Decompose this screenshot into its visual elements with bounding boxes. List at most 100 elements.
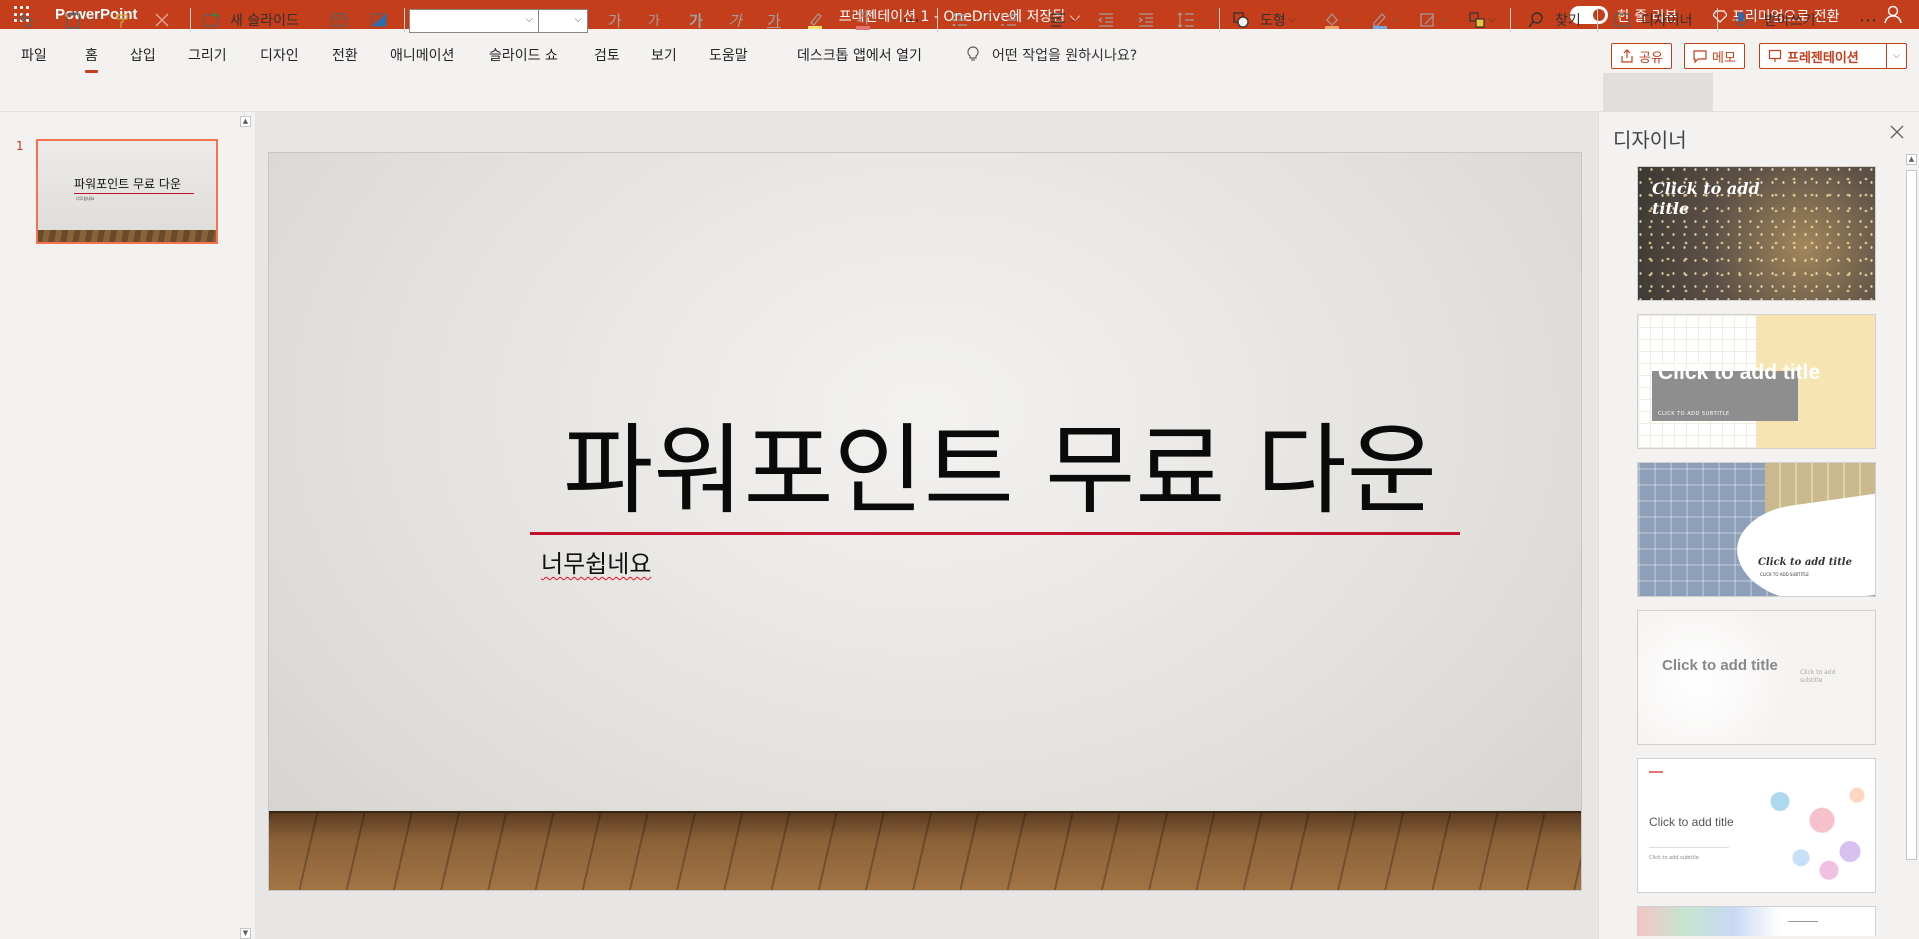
- scroll-up-arrow[interactable]: ▲: [1906, 154, 1917, 165]
- designer-scrollbar[interactable]: ▲: [1904, 154, 1919, 939]
- paste-button[interactable]: ⌵: [64, 8, 92, 32]
- title-accent-line: [530, 532, 1460, 535]
- line-spacing-icon: [1177, 12, 1194, 28]
- bold-button[interactable]: 가: [689, 10, 703, 31]
- design-idea-card[interactable]: Click to add title CLICK TO ADD SUBTITLE: [1637, 462, 1876, 597]
- search-icon: [1528, 12, 1543, 28]
- designer-button-highlight: [1603, 73, 1713, 112]
- design-idea-card[interactable]: Click to add title Click to add subtitle: [1637, 610, 1876, 745]
- comment-icon: [1693, 50, 1707, 63]
- slide[interactable]: 파워포인트 무료 다운 너무쉽네요: [268, 152, 1582, 891]
- italic-button[interactable]: 가: [728, 10, 742, 31]
- designer-label: 디자이너: [1641, 13, 1693, 29]
- comments-button[interactable]: 메모: [1684, 43, 1745, 69]
- shape-fill-button[interactable]: ⌵: [1323, 8, 1351, 32]
- pen-outline-icon: [1373, 13, 1387, 29]
- scrollbar-thumb[interactable]: [1906, 170, 1917, 860]
- indent-icon: [1138, 13, 1153, 27]
- tab-transitions[interactable]: 전환: [332, 45, 358, 65]
- grow-font-button[interactable]: 가: [608, 10, 622, 31]
- designer-title: 디자이너: [1613, 128, 1687, 152]
- shrink-font-button[interactable]: 가: [648, 10, 660, 29]
- tab-insert[interactable]: 삽입: [130, 45, 156, 65]
- tab-slideshow[interactable]: 슬라이드 쇼: [489, 45, 558, 65]
- slide-subtitle[interactable]: 너무쉽네요: [541, 544, 651, 579]
- bullets-button[interactable]: ⌵: [951, 8, 979, 32]
- thumbnail-floor-image: [38, 230, 216, 242]
- undo-button[interactable]: ⌵: [17, 8, 45, 32]
- chevron-down-icon: ⌵: [38, 15, 45, 25]
- thumbnail-scrollbar[interactable]: ▲ ▼: [237, 116, 254, 939]
- present-button[interactable]: 프레젠테이션 ⌵: [1759, 43, 1907, 69]
- new-slide-label: 새 슬라이드: [230, 13, 299, 29]
- font-name-combo[interactable]: ⌵: [409, 9, 539, 33]
- find-button[interactable]: 찾기: [1527, 8, 1581, 32]
- tab-animations[interactable]: 애니메이션: [390, 45, 454, 65]
- tab-view[interactable]: 보기: [651, 45, 677, 65]
- ribbon-separator: [1219, 8, 1220, 32]
- line-spacing-button[interactable]: ⌵: [1177, 8, 1205, 32]
- share-icon: [1621, 49, 1633, 63]
- more-font-options-button[interactable]: ⋯: [902, 8, 920, 32]
- design-idea-card[interactable]: Click to add title Click to add subtitle: [1637, 758, 1876, 893]
- design-card-title: Click to add title: [1649, 815, 1734, 829]
- shape-effects-button[interactable]: ⌵: [1419, 8, 1447, 32]
- decrease-indent-button[interactable]: [1097, 8, 1115, 32]
- brush-stroke: [1731, 493, 1875, 596]
- delete-button[interactable]: [153, 8, 171, 32]
- thumbnail-subtitle: 너무쉽네요: [76, 196, 95, 201]
- scroll-up-arrow[interactable]: ▲: [240, 116, 251, 127]
- design-card-title: Click to add title: [1658, 361, 1821, 384]
- chevron-down-icon: ⌵: [1440, 15, 1447, 25]
- open-in-desktop-button[interactable]: 데스크톱 앱에서 열기: [797, 45, 922, 65]
- font-color-button[interactable]: 가 ⌵: [856, 8, 880, 32]
- shapes-button[interactable]: 도형 ⌵: [1232, 8, 1296, 32]
- design-card-title: Click to add title: [1662, 657, 1778, 674]
- shape-outline-button[interactable]: ⌵: [1371, 8, 1399, 32]
- highlight-button[interactable]: ⌵: [806, 8, 834, 32]
- tab-draw[interactable]: 그리기: [188, 45, 227, 65]
- background-button[interactable]: [370, 8, 388, 32]
- close-icon[interactable]: [1889, 124, 1905, 140]
- accent-bar: [1649, 771, 1663, 773]
- layout-button[interactable]: [330, 8, 348, 32]
- chevron-down-icon: ⌵: [1288, 15, 1296, 25]
- ribbon-separator: [937, 8, 938, 32]
- numbering-button[interactable]: ⌵: [1000, 8, 1028, 32]
- scroll-down-arrow[interactable]: ▼: [240, 928, 251, 939]
- numbered-list-icon: [1001, 13, 1016, 26]
- format-painter-button[interactable]: [114, 8, 132, 32]
- tab-review[interactable]: 검토: [594, 45, 620, 65]
- tab-home[interactable]: 홈: [85, 45, 98, 73]
- user-account-icon[interactable]: [1883, 4, 1903, 24]
- new-slide-button[interactable]: 새 슬라이드: [202, 8, 299, 32]
- align-button[interactable]: ⌵: [1049, 8, 1077, 32]
- designer-button[interactable]: 디자이너: [1613, 8, 1693, 32]
- slide-thumbnail[interactable]: 파워포인트 무료 다운 너무쉽네요: [36, 139, 218, 244]
- slide-title[interactable]: 파워포인트 무료 다운: [269, 391, 1581, 533]
- shapes-icon: [1233, 12, 1249, 28]
- microphone-icon: [1734, 12, 1748, 28]
- dictate-button[interactable]: 받아쓰기 ⌵: [1732, 8, 1825, 32]
- increase-indent-button[interactable]: [1137, 8, 1155, 32]
- chevron-down-icon: ⌵: [1392, 15, 1399, 25]
- tab-file[interactable]: 파일: [21, 45, 47, 65]
- bullet-list-icon: [952, 13, 967, 27]
- design-idea-card[interactable]: Click to add title: [1637, 166, 1876, 301]
- undo-icon: [19, 13, 33, 27]
- arrange-button[interactable]: ⌵: [1468, 8, 1496, 32]
- design-card-subtitle: Click to add subtitle: [1649, 855, 1699, 861]
- tab-design[interactable]: 디자인: [260, 45, 299, 65]
- share-button[interactable]: 공유: [1611, 43, 1672, 69]
- design-idea-card[interactable]: Click to add title CLICK TO ADD SUBTITLE: [1637, 314, 1876, 449]
- font-size-combo[interactable]: ⌵: [538, 9, 588, 33]
- tell-me-search[interactable]: 어떤 작업을 원하시나요?: [992, 45, 1137, 65]
- divider-line: [1649, 847, 1729, 848]
- design-idea-card[interactable]: [1637, 906, 1876, 936]
- more-options-button[interactable]: ⋯: [1859, 8, 1877, 32]
- tab-help[interactable]: 도움말: [709, 45, 748, 65]
- present-dropdown[interactable]: ⌵: [1886, 44, 1906, 68]
- chevron-down-icon: ⌵: [972, 15, 979, 25]
- underline-button[interactable]: 가: [767, 10, 781, 31]
- design-card-title: Click to add title: [1758, 557, 1852, 568]
